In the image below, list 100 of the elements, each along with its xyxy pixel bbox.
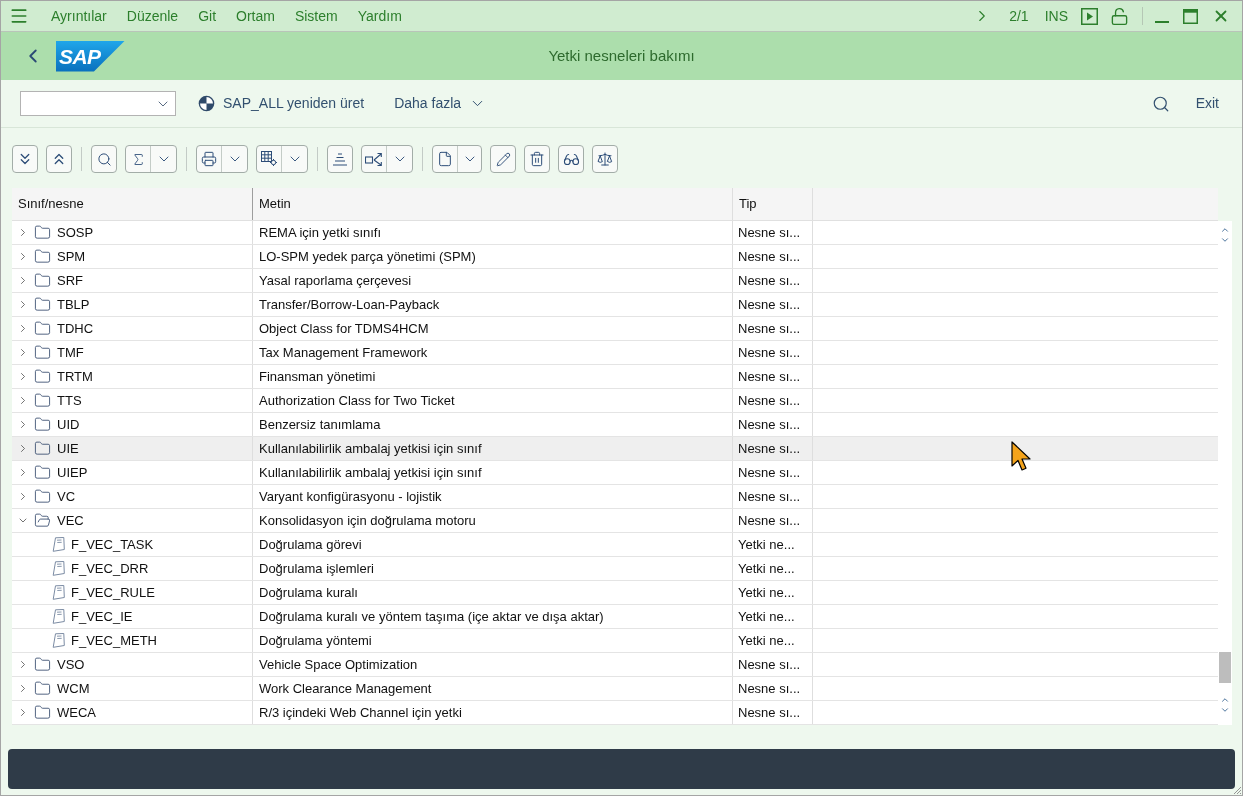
table-row[interactable]: UIEP Kullanılabilirlik ambalaj yetkisi için sınıf Nesne sı... xyxy=(12,461,1218,485)
exit-button[interactable]: Exit xyxy=(1195,88,1219,119)
table-row[interactable]: F_VEC_METH Doğrulama yöntemi Yetki ne... xyxy=(12,629,1218,653)
table-row[interactable]: F_VEC_RULE Doğrulama kuralı Yetki ne... xyxy=(12,581,1218,605)
pencil-icon xyxy=(495,151,511,167)
tree-node-label[interactable]: VEC xyxy=(57,510,84,531)
folder-icon xyxy=(34,464,51,481)
scroll-down-icon[interactable] xyxy=(1220,705,1230,715)
table-row[interactable]: VSO Vehicle Space Optimization Nesne sı... xyxy=(12,653,1218,677)
table-cell: Nesne sı... xyxy=(733,677,813,700)
menu-item[interactable]: Git xyxy=(188,4,227,28)
table-row[interactable]: TMF Tax Management Framework Nesne sı... xyxy=(12,341,1218,365)
table-row[interactable]: SPM LO-SPM yedek parça yönetimi (SPM) Nesne sı... xyxy=(12,245,1218,269)
table-cell: LO-SPM yedek parça yönetimi (SPM) xyxy=(253,245,733,268)
tree-node-label[interactable]: WCM xyxy=(57,678,90,699)
tree-node-label[interactable]: SRF xyxy=(57,270,83,291)
collapse-all-button[interactable] xyxy=(46,145,72,173)
tree-node-label[interactable]: F_VEC_RULE xyxy=(71,582,155,603)
table-row[interactable]: UID Benzersiz tanımlama Nesne sı... xyxy=(12,413,1218,437)
table-cell: Nesne sı... xyxy=(733,245,813,268)
folder-icon xyxy=(34,440,51,457)
folder-icon xyxy=(34,272,51,289)
table-row[interactable]: VEC Konsolidasyon için doğrulama motoru Nesne sı... xyxy=(12,509,1218,533)
unlock-icon[interactable] xyxy=(1110,6,1129,26)
table-row[interactable]: VC Varyant konfigürasyonu - lojistik Nesne sı... xyxy=(12,485,1218,509)
table-row[interactable]: TBLP Transfer/Borrow-Loan-Payback Nesne sı... xyxy=(12,293,1218,317)
column-header[interactable]: Tip xyxy=(733,188,813,220)
menu-item[interactable]: Ortam xyxy=(226,4,285,28)
table-cell: Nesne sı... xyxy=(733,653,813,676)
regenerate-button[interactable]: SAP_ALL yeniden üret xyxy=(198,88,365,119)
folder-icon xyxy=(34,704,51,721)
tree-node-label[interactable]: F_VEC_DRR xyxy=(71,558,149,579)
table-row[interactable]: F_VEC_DRR Doğrulama işlemleri Yetki ne... xyxy=(12,557,1218,581)
logo: SAP xyxy=(56,40,125,72)
folder-icon xyxy=(34,296,51,313)
table-row[interactable]: WCM Work Clearance Management Nesne sı... xyxy=(12,677,1218,701)
tree-node-label[interactable]: TBLP xyxy=(57,294,90,315)
align-button[interactable] xyxy=(327,145,353,173)
maximize-icon[interactable] xyxy=(1183,8,1198,24)
tree-node-label[interactable]: VSO xyxy=(57,654,85,675)
edit-button[interactable] xyxy=(490,145,516,173)
menu-item[interactable]: Yardım xyxy=(347,4,412,28)
scale-icon xyxy=(597,151,613,167)
table-cell: Yasal raporlama çerçevesi xyxy=(253,269,733,292)
tree-node-label[interactable]: TDHC xyxy=(57,318,94,339)
table-row[interactable]: F_VEC_IE Doğrulama kuralı ve yöntem taşıma (içe aktar ve dışa aktar) Yetki ne... xyxy=(12,605,1218,629)
compare-button[interactable] xyxy=(592,145,618,173)
scroll-up-icon[interactable] xyxy=(1220,225,1230,235)
expand-all-button[interactable] xyxy=(12,145,38,173)
table-cell: Vehicle Space Optimization xyxy=(253,653,733,676)
table-row[interactable]: F_VEC_TASK Doğrulama görevi Yetki ne... xyxy=(12,533,1218,557)
table-row[interactable]: TDHC Object Class for TDMS4HCM Nesne sı... xyxy=(12,317,1218,341)
search-icon[interactable] xyxy=(1151,94,1170,113)
scroll-up-icon[interactable] xyxy=(1220,695,1230,705)
table-cell: Doğrulama işlemleri xyxy=(253,557,733,580)
tree-node-label[interactable]: VC xyxy=(57,486,76,507)
table-row[interactable]: TRTM Finansman yönetimi Nesne sı... xyxy=(12,365,1218,389)
column-header[interactable]: Metin xyxy=(253,188,733,220)
table-row[interactable]: SRF Yasal raporlama çerçevesi Nesne sı... xyxy=(12,269,1218,293)
export-button[interactable] xyxy=(362,146,387,172)
play-icon[interactable] xyxy=(1081,7,1098,25)
column-header[interactable]: Sınıf/nesne xyxy=(12,188,253,220)
table-cell: Konsolidasyon için doğrulama motoru xyxy=(253,509,733,532)
tree-node-label[interactable]: SOSP xyxy=(57,222,94,243)
table-row[interactable]: SOSP REMA için yetki sınıfı Nesne sı... xyxy=(12,221,1218,245)
search-button[interactable] xyxy=(91,145,117,173)
tree-node-label[interactable]: F_VEC_METH xyxy=(71,630,157,651)
more-menu-button[interactable]: Daha fazla xyxy=(394,88,487,119)
tree-node-label[interactable]: TRTM xyxy=(57,366,93,387)
page-title: Yetki nesneleri bakımı xyxy=(547,45,696,66)
open-folder-icon xyxy=(34,512,51,529)
display-button[interactable] xyxy=(558,145,584,173)
menu-item[interactable]: Sistem xyxy=(284,4,348,28)
menu-item[interactable]: Ayrıntılar xyxy=(41,4,117,28)
tree-node-label[interactable]: WECA xyxy=(57,702,96,723)
table-cell: Nesne sı... xyxy=(733,437,813,460)
tree-node-label[interactable]: F_VEC_IE xyxy=(71,606,133,627)
menu-icon[interactable] xyxy=(9,6,29,26)
resize-grip-icon[interactable] xyxy=(1234,787,1241,794)
table-cell: Kullanılabilirlik ambalaj yetkisi için sınıf xyxy=(253,461,733,484)
table-cell: Nesne sı... xyxy=(733,269,813,292)
table-row[interactable]: UIE Kullanılabilirlik ambalaj yetkisi için sınıf Nesne sı... xyxy=(12,437,1218,461)
tree-node-label[interactable]: TTS xyxy=(57,390,82,411)
tree-node-label[interactable]: TMF xyxy=(57,342,84,363)
delete-button[interactable] xyxy=(524,145,550,173)
scrollbar-thumb[interactable] xyxy=(1219,652,1231,683)
scroll-down-icon[interactable] xyxy=(1220,235,1230,245)
tree-node-label[interactable]: UIEP xyxy=(57,462,88,483)
table-row[interactable]: WECA R/3 içindeki Web Channel için yetki Nesne sı... xyxy=(12,701,1218,725)
file-icon xyxy=(437,151,453,167)
table-cell: Nesne sı... xyxy=(733,413,813,436)
folder-icon xyxy=(34,392,51,409)
tree-node-label[interactable]: UID xyxy=(57,414,80,435)
menu-item[interactable]: Düzenle xyxy=(116,4,189,28)
dropdown-field[interactable] xyxy=(20,91,176,116)
tree-node-label[interactable]: UIE xyxy=(57,438,79,459)
tree-node-label[interactable]: F_VEC_TASK xyxy=(71,534,154,555)
table-row[interactable]: TTS Authorization Class for Two Ticket Nesne sı... xyxy=(12,389,1218,413)
table-cell: Nesne sı... xyxy=(733,221,813,244)
tree-node-label[interactable]: SPM xyxy=(57,246,86,267)
